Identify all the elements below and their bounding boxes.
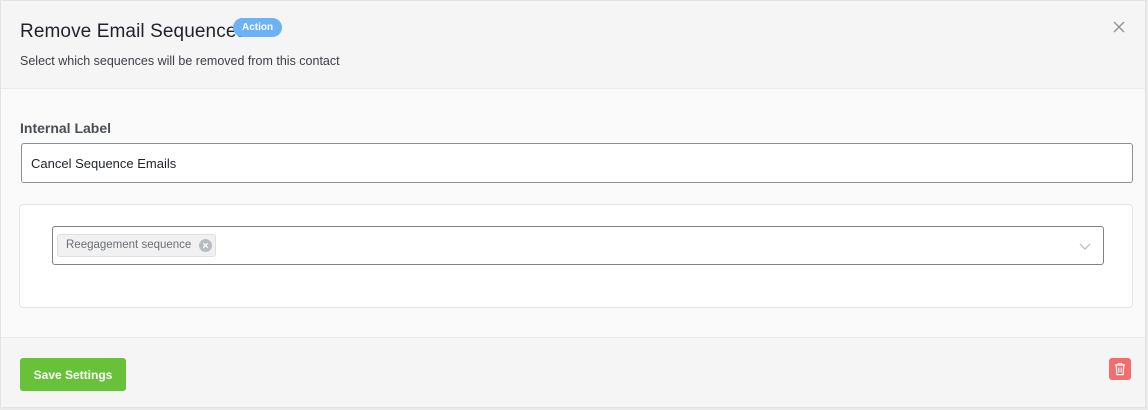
tag-remove-icon [199,239,212,252]
modal-body: Internal Label Reegagement sequence [1,89,1145,337]
modal-title: Remove Email Sequences [20,21,247,42]
modal-header: Remove Email Sequences Action Select whi… [1,1,1145,89]
internal-label-input[interactable] [21,143,1133,183]
delete-button[interactable] [1109,358,1131,380]
tag-remove-button[interactable] [199,239,213,252]
save-settings-button[interactable]: Save Settings [20,358,126,391]
internal-label-title: Internal Label [20,120,112,136]
modal-subtitle: Select which sequences will be removed f… [20,54,340,68]
selected-sequence-label: Reegagement sequence [66,239,192,251]
action-badge: Action [233,18,283,37]
chevron-down-icon[interactable] [1079,241,1091,251]
modal-footer: Save Settings [1,337,1145,407]
modal-dialog: Remove Email Sequences Action Select whi… [0,0,1146,408]
sequence-settings-card: Reegagement sequence [19,204,1133,308]
selected-sequence-tag: Reegagement sequence [57,234,217,257]
close-button[interactable] [1113,21,1129,37]
close-icon [1113,21,1129,33]
sequence-multiselect[interactable]: Reegagement sequence [52,226,1104,265]
